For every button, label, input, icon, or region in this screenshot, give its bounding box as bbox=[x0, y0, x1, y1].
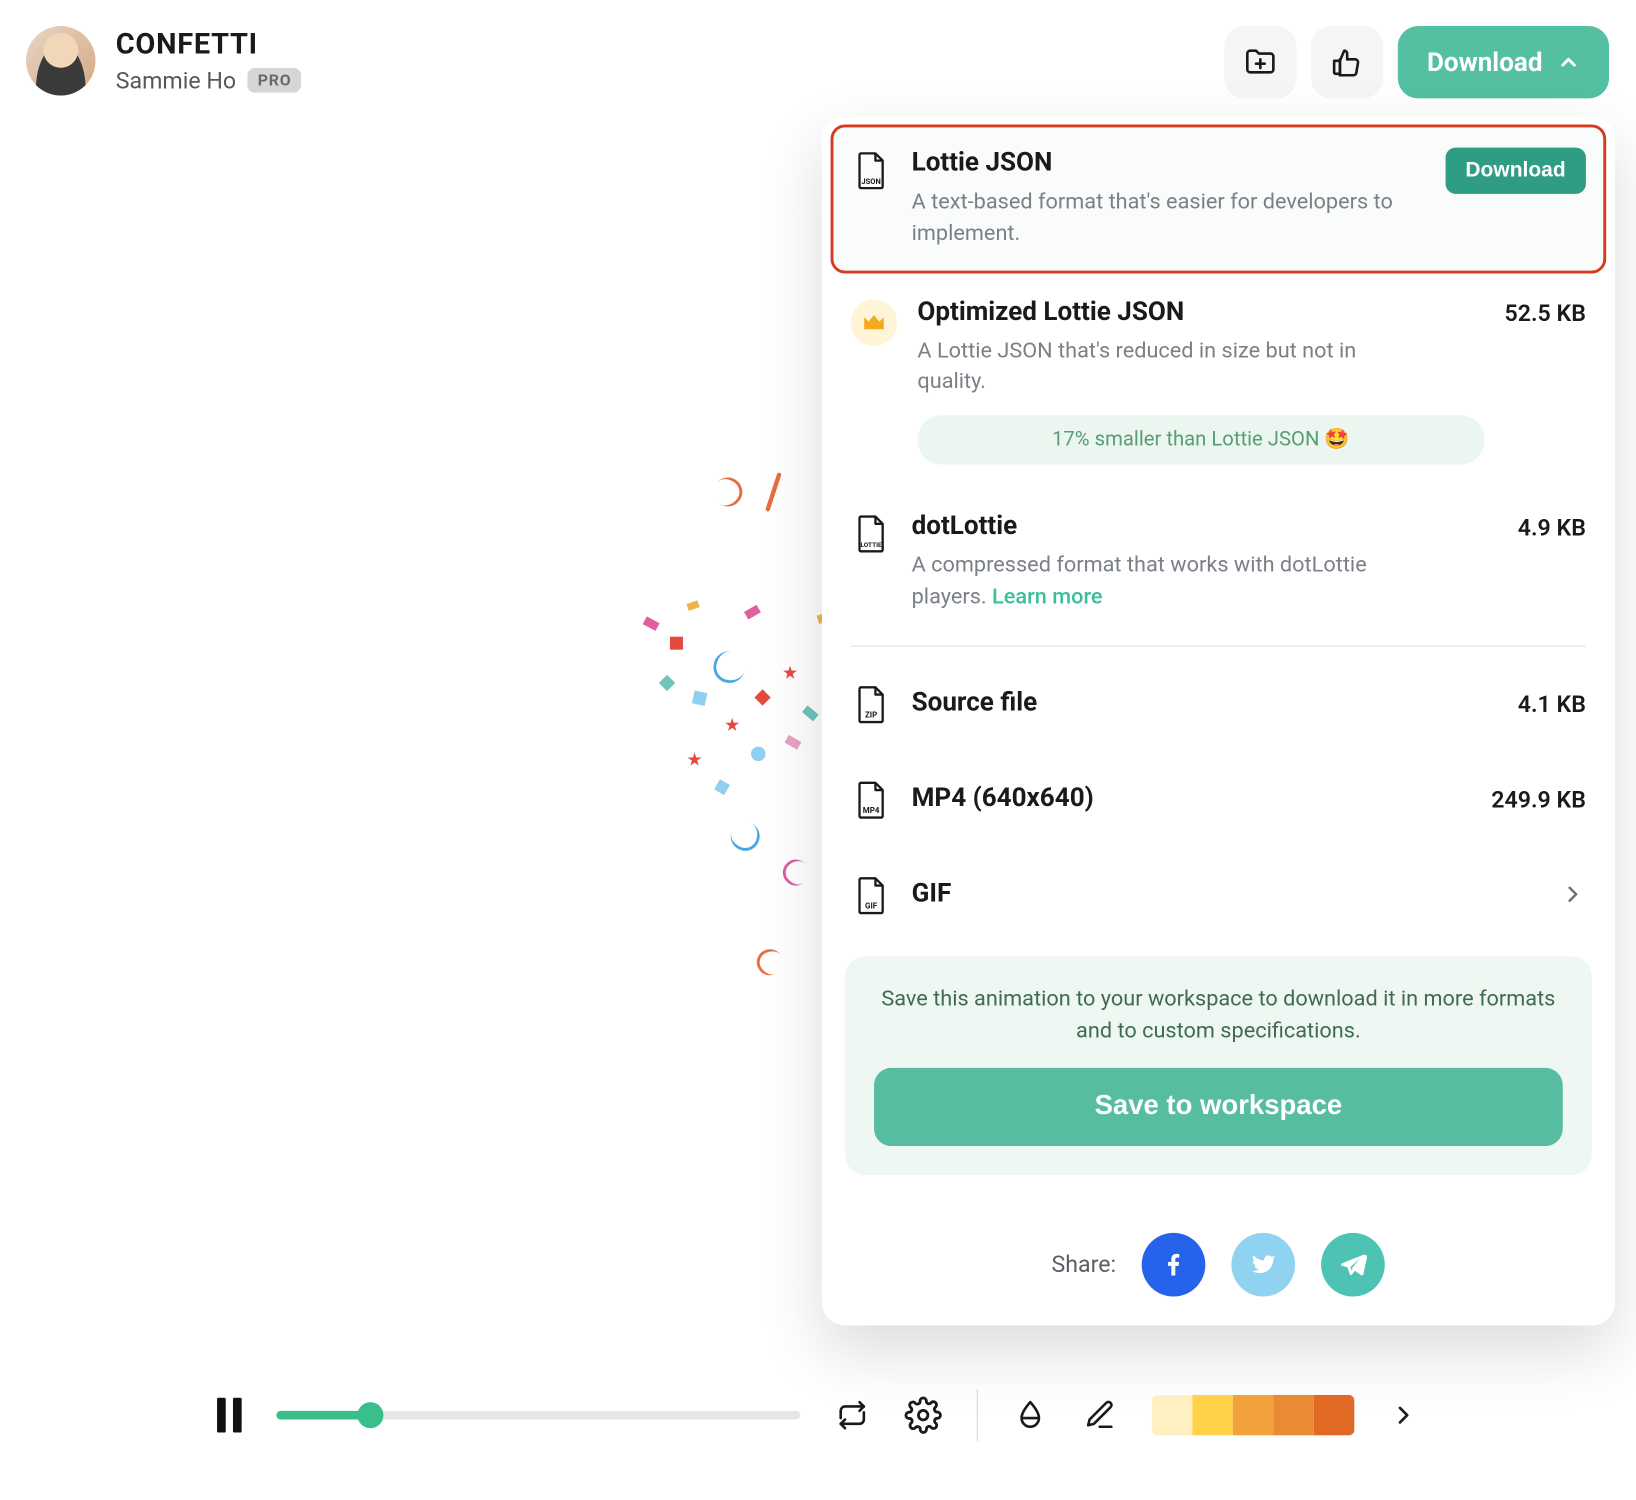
option-title: MP4 (640x640) bbox=[912, 783, 1471, 813]
workspace-text: Save this animation to your workspace to… bbox=[874, 982, 1563, 1047]
pause-button[interactable] bbox=[217, 1398, 242, 1433]
option-title: Source file bbox=[912, 687, 1498, 717]
divider bbox=[977, 1389, 978, 1441]
chevron-right-icon bbox=[1560, 880, 1586, 906]
file-gif-icon: GIF bbox=[851, 875, 892, 916]
option-title: Optimized Lottie JSON bbox=[917, 296, 1484, 326]
facebook-icon bbox=[1160, 1249, 1189, 1278]
download-button[interactable]: Download bbox=[1398, 26, 1609, 98]
folder-plus-icon bbox=[1243, 45, 1278, 80]
player-bar bbox=[217, 1380, 1418, 1449]
svg-text:GIF: GIF bbox=[865, 901, 878, 910]
palette-swatch[interactable] bbox=[1273, 1395, 1314, 1436]
option-desc: A text-based format that's easier for de… bbox=[912, 187, 1404, 250]
svg-text:MP4: MP4 bbox=[863, 805, 880, 814]
option-desc: A compressed format that works with dotL… bbox=[912, 550, 1404, 613]
author-avatar[interactable] bbox=[26, 26, 95, 95]
option-title: Lottie JSON bbox=[912, 148, 1425, 178]
color-palette[interactable] bbox=[1152, 1395, 1355, 1436]
share-label: Share: bbox=[1051, 1250, 1116, 1277]
svg-text:LOTTIE: LOTTIE bbox=[860, 541, 882, 549]
svg-text:JSON: JSON bbox=[861, 177, 880, 186]
settings-button[interactable] bbox=[904, 1396, 942, 1434]
loop-button[interactable] bbox=[835, 1398, 870, 1433]
option-title: dotLottie bbox=[912, 511, 1498, 541]
option-size: 52.5 KB bbox=[1505, 299, 1586, 326]
progress-fill bbox=[276, 1411, 370, 1420]
palette-swatch[interactable] bbox=[1233, 1395, 1274, 1436]
palette-swatch[interactable] bbox=[1314, 1395, 1355, 1436]
download-option-source-file[interactable]: ZIP Source file 4.1 KB bbox=[831, 655, 1607, 751]
droplet-icon bbox=[1013, 1398, 1048, 1433]
option-size: 4.9 KB bbox=[1518, 514, 1586, 541]
download-option-optimized-lottie[interactable]: Optimized Lottie JSON A Lottie JSON that… bbox=[831, 273, 1607, 488]
optimized-size-pill: 17% smaller than Lottie JSON 🤩 bbox=[917, 415, 1484, 464]
share-twitter-button[interactable] bbox=[1232, 1232, 1296, 1296]
download-option-gif[interactable]: GIF GIF bbox=[831, 846, 1607, 942]
option-size: 249.9 KB bbox=[1491, 786, 1586, 813]
edit-button[interactable] bbox=[1082, 1398, 1117, 1433]
add-to-folder-button[interactable] bbox=[1224, 26, 1296, 98]
download-button-label: Download bbox=[1427, 47, 1543, 77]
animation-title: CONFETTI bbox=[116, 26, 1204, 61]
palette-next-button[interactable] bbox=[1389, 1401, 1418, 1430]
share-telegram-button[interactable] bbox=[1322, 1232, 1386, 1296]
workspace-callout: Save this animation to your workspace to… bbox=[845, 956, 1592, 1174]
download-option-lottie-json[interactable]: JSON Lottie JSON A text-based format tha… bbox=[831, 124, 1607, 272]
file-json-icon: JSON bbox=[851, 150, 892, 191]
download-dropdown: JSON Lottie JSON A text-based format tha… bbox=[822, 116, 1615, 1325]
option-title: GIF bbox=[912, 878, 1540, 908]
share-facebook-button[interactable] bbox=[1142, 1232, 1206, 1296]
file-lottie-icon: LOTTIE bbox=[851, 514, 892, 555]
like-button[interactable] bbox=[1311, 26, 1383, 98]
crown-icon bbox=[851, 299, 897, 345]
palette-swatch[interactable] bbox=[1152, 1395, 1193, 1436]
telegram-icon bbox=[1339, 1249, 1368, 1278]
author-name[interactable]: Sammie Ho bbox=[116, 67, 236, 94]
download-option-mp4[interactable]: MP4 MP4 (640x640) 249.9 KB bbox=[831, 750, 1607, 846]
chevron-up-icon bbox=[1557, 51, 1580, 74]
loop-icon bbox=[835, 1398, 870, 1433]
gear-icon bbox=[904, 1396, 942, 1434]
background-color-button[interactable] bbox=[1013, 1398, 1048, 1433]
download-option-dotlottie[interactable]: LOTTIE dotLottie A compressed format tha… bbox=[831, 488, 1607, 636]
chevron-right-icon bbox=[1389, 1401, 1418, 1430]
learn-more-link[interactable]: Learn more bbox=[992, 583, 1103, 609]
option-size: 4.1 KB bbox=[1518, 690, 1586, 717]
progress-thumb[interactable] bbox=[358, 1402, 384, 1428]
option-desc: A Lottie JSON that's reduced in size but… bbox=[917, 335, 1409, 398]
file-mp4-icon: MP4 bbox=[851, 779, 892, 820]
twitter-icon bbox=[1249, 1249, 1278, 1278]
download-lottie-json-button[interactable]: Download bbox=[1445, 148, 1586, 194]
share-row: Share: bbox=[831, 1232, 1607, 1296]
divider bbox=[851, 645, 1586, 646]
pro-badge: PRO bbox=[248, 68, 302, 93]
save-to-workspace-button[interactable]: Save to workspace bbox=[874, 1067, 1563, 1145]
edit-icon bbox=[1082, 1398, 1117, 1433]
progress-track[interactable] bbox=[276, 1411, 800, 1420]
thumbs-up-icon bbox=[1330, 45, 1365, 80]
svg-text:ZIP: ZIP bbox=[865, 710, 877, 719]
palette-swatch[interactable] bbox=[1192, 1395, 1233, 1436]
file-zip-icon: ZIP bbox=[851, 684, 892, 725]
